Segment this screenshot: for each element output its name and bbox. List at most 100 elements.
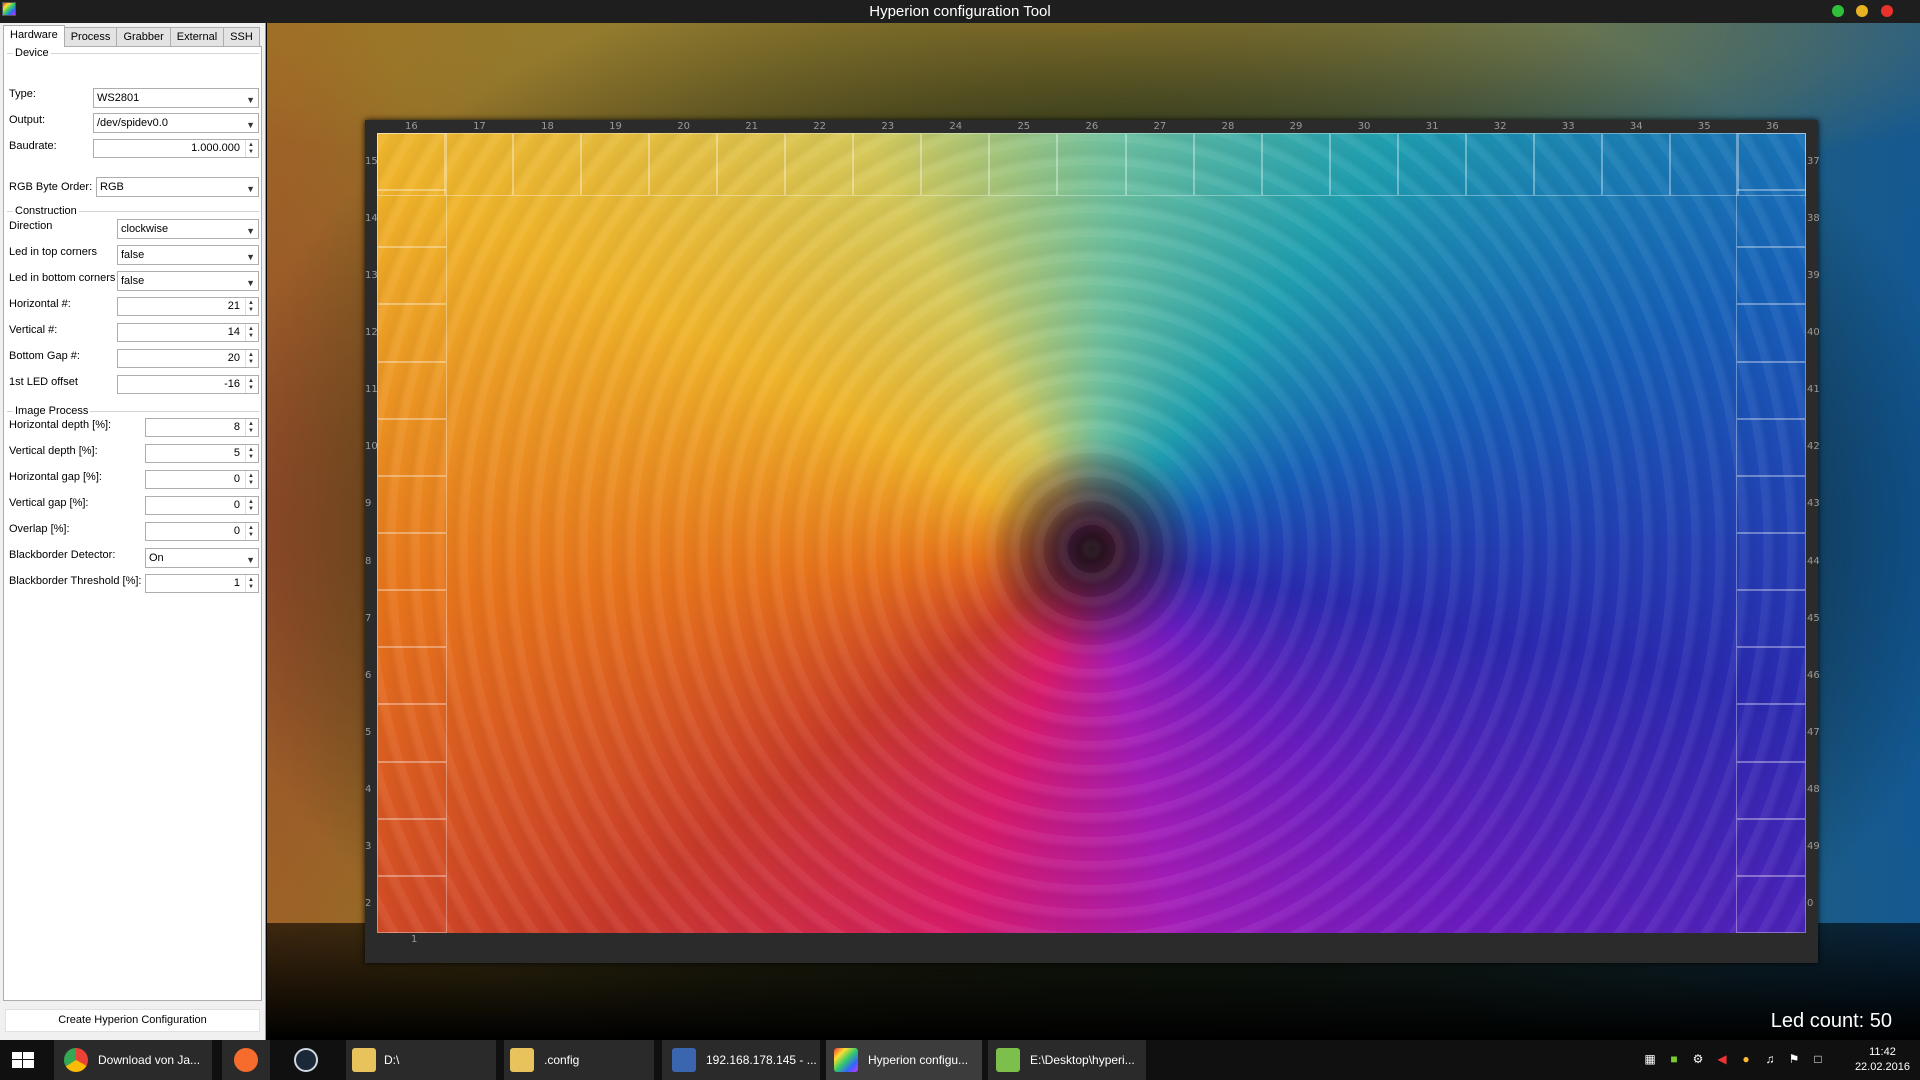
led-region-cell [1736,818,1806,876]
spin-up-icon[interactable]: ▲ [248,447,254,453]
volume-icon[interactable]: ♫ [1763,1052,1777,1066]
spin-up-icon[interactable]: ▲ [248,352,254,358]
bottom-corners-select[interactable]: false ▼ [117,271,259,291]
chevron-down-icon: ▼ [246,184,255,194]
tab-grabber[interactable]: Grabber [116,27,171,47]
bottom-gap-spinbox[interactable]: 20 ▲ ▼ [117,349,259,368]
tab-ssh[interactable]: SSH [223,27,260,47]
led-number-label: 19 [609,121,622,132]
spin-down-icon[interactable]: ▼ [248,333,254,339]
maximize-button[interactable] [1832,5,1844,17]
horizontal-count-spinbox[interactable]: 21 ▲ ▼ [117,297,259,316]
steam-tray-icon[interactable]: ⚙ [1691,1052,1705,1066]
spin-down-icon[interactable]: ▼ [248,149,254,155]
vertical-gap-spinbox[interactable]: 0 ▲ ▼ [145,496,259,515]
spin-down-icon[interactable]: ▼ [248,584,254,590]
chrome-icon [64,1048,88,1072]
image-process-group-title: Image Process [13,405,91,417]
led-number-label: 3 [365,841,372,853]
taskbar-item-label: 192.168.178.145 - ... [706,1053,817,1067]
blackborder-threshold-spinbox[interactable]: 1 ▲ ▼ [145,574,259,593]
close-button[interactable] [1881,5,1893,17]
rgb-order-value: RGB [100,181,124,193]
flag-red-icon[interactable]: ◀ [1715,1052,1729,1066]
action-center-flag-icon[interactable]: ⚑ [1787,1052,1801,1066]
baudrate-label: Baudrate: [9,140,57,152]
taskbar-item-drive-d[interactable]: D:\ [346,1040,496,1080]
network-icon [672,1048,696,1072]
spin-down-icon[interactable]: ▼ [248,359,254,365]
nvidia-icon[interactable]: ■ [1667,1052,1681,1066]
blackborder-threshold-value: 1 [233,577,240,589]
spin-down-icon[interactable]: ▼ [248,454,254,460]
taskbar-item-chrome[interactable]: Download von Ja... [54,1040,212,1080]
led-offset-spinbox[interactable]: -16 ▲ ▼ [117,375,259,394]
vertical-count-spinbox[interactable]: 14 ▲ ▼ [117,323,259,342]
horizontal-gap-spinbox[interactable]: 0 ▲ ▼ [145,470,259,489]
spin-up-icon[interactable]: ▲ [248,525,254,531]
create-configuration-button[interactable]: Create Hyperion Configuration [5,1009,260,1032]
minimize-button[interactable] [1856,5,1868,17]
bottom-gap-value: 20 [227,352,240,364]
spin-up-icon[interactable]: ▲ [248,473,254,479]
spin-down-icon[interactable]: ▼ [248,506,254,512]
led-number-label: 40 [1807,327,1820,338]
rgb-order-select[interactable]: RGB ▼ [96,177,259,197]
led-number-label: 21 [745,121,758,132]
output-select[interactable]: /dev/spidev0.0 ▼ [93,113,259,133]
led-region-cell [1736,761,1806,819]
led-number-label: 14 [365,212,378,224]
led-region-cell [1736,533,1806,591]
horizontal-depth-spinbox[interactable]: 8 ▲ ▼ [145,418,259,437]
system-clock[interactable]: 11:42 22.02.2016 [1855,1045,1910,1075]
tab-process[interactable]: Process [63,27,118,47]
type-select[interactable]: WS2801 ▼ [93,88,259,108]
spin-up-icon[interactable]: ▲ [248,378,254,384]
direction-select[interactable]: clockwise ▼ [117,219,259,239]
led-region-cell [1736,247,1806,305]
taskbar-item-steam[interactable] [282,1040,330,1080]
spin-up-icon[interactable]: ▲ [248,326,254,332]
led-number-label: 45 [1807,612,1820,624]
vertical-count-value: 14 [227,326,240,338]
tab-hardware[interactable]: Hardware [3,25,65,47]
led-region-cell [1533,133,1602,196]
start-button[interactable] [0,1040,46,1080]
spin-up-icon[interactable]: ▲ [248,421,254,427]
led-region-cell [649,133,718,196]
horizontal-depth-value: 8 [233,421,240,433]
spin-up-icon[interactable]: ▲ [248,499,254,505]
updates-icon[interactable]: ● [1739,1052,1753,1066]
led-region-cell [445,133,514,196]
top-corners-select[interactable]: false ▼ [117,245,259,265]
spin-down-icon[interactable]: ▼ [248,385,254,391]
image-process-group: Image Process [7,405,259,417]
windows-icon[interactable]: ▦ [1643,1052,1657,1066]
led-region-cell [1125,133,1194,196]
led-number-label: 1 [411,934,418,945]
spin-up-icon[interactable]: ▲ [248,577,254,583]
taskbar-item-config-folder[interactable]: .config [504,1040,654,1080]
blackborder-detector-select[interactable]: On ▼ [145,548,259,568]
taskbar-item-origin[interactable] [222,1040,270,1080]
top-corners-value: false [121,249,145,261]
rgb-order-label: RGB Byte Order: [9,181,93,193]
spin-down-icon[interactable]: ▼ [248,480,254,486]
taskbar-item-notepad[interactable]: E:\Desktop\hyperi... [988,1040,1146,1080]
spin-up-icon[interactable]: ▲ [248,300,254,306]
baudrate-spinbox[interactable]: 1.000.000 ▲ ▼ [93,139,259,158]
spin-up-icon[interactable]: ▲ [248,142,254,148]
spin-down-icon[interactable]: ▼ [248,307,254,313]
led-region-cell [377,418,447,476]
spin-down-icon[interactable]: ▼ [248,428,254,434]
spin-down-icon[interactable]: ▼ [248,532,254,538]
tab-external[interactable]: External [169,27,225,47]
led-number-label: 32 [1493,121,1507,132]
vertical-depth-spinbox[interactable]: 5 ▲ ▼ [145,444,259,463]
notifications-icon[interactable]: □ [1811,1052,1825,1066]
led-number-label: 16 [405,121,418,132]
taskbar-item-network[interactable]: 192.168.178.145 - ... [662,1040,820,1080]
taskbar-item-hyperion[interactable]: Hyperion configu... [826,1040,982,1080]
led-region-cell [1736,475,1806,533]
overlap-spinbox[interactable]: 0 ▲ ▼ [145,522,259,541]
